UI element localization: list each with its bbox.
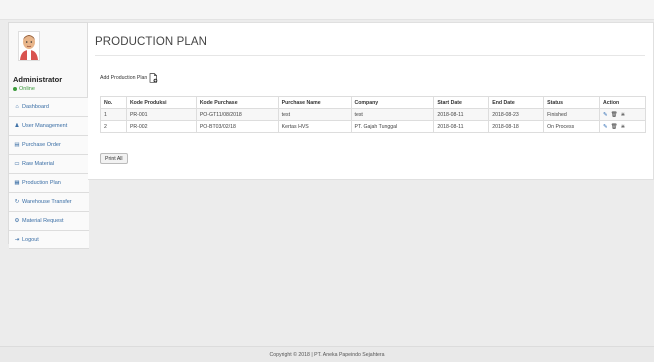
- table-cell: PO-BT03/02/18: [195, 120, 279, 133]
- column-header[interactable]: Kode Purchase: [195, 96, 279, 109]
- column-header[interactable]: End Date: [488, 96, 545, 109]
- table-cell: PO-GT11/08/2018: [195, 108, 279, 121]
- print-all-button[interactable]: Print All: [100, 153, 128, 164]
- column-header[interactable]: Purchase Name: [277, 96, 352, 109]
- logout-icon: ⇥: [14, 236, 20, 243]
- trash-icon[interactable]: 🗑: [611, 112, 618, 118]
- home-icon: ⌂: [15, 104, 19, 110]
- sidebar-item-label: Logout: [22, 236, 39, 243]
- table-cell: On Process: [543, 120, 601, 133]
- title-divider: [95, 55, 645, 56]
- table-cell: 2018-08-11: [433, 120, 490, 133]
- sidebar-item-production-plan[interactable]: ▦ Production Plan: [9, 173, 89, 192]
- add-production-plan-link[interactable]: Add Production Plan: [100, 73, 158, 83]
- sidebar-item-label: Production Plan: [22, 180, 61, 186]
- online-status: Online: [13, 86, 35, 92]
- action-cell: ✎ 🗑 ⋇: [599, 108, 646, 121]
- column-header[interactable]: Kode Produksi: [125, 96, 197, 109]
- column-header[interactable]: No.: [100, 96, 127, 109]
- sidebar-item-logout[interactable]: ⇥ Logout: [9, 230, 89, 249]
- sidebar: Administrator Online ⌂ Dashboard ♟ User …: [8, 22, 89, 249]
- sidebar-item-label: User Management: [22, 123, 68, 129]
- online-status-label: Online: [19, 86, 35, 92]
- table-row: 2 PR-002 PO-BT03/02/18 Kertas HVS PT. Ga…: [100, 120, 646, 133]
- edit-icon[interactable]: ✎: [603, 112, 608, 118]
- column-header[interactable]: Status: [543, 96, 601, 109]
- add-file-icon: [149, 73, 158, 83]
- table-cell: Kertas HVS: [277, 120, 352, 133]
- calendar-icon: ▦: [14, 180, 20, 186]
- online-dot-icon: [13, 87, 17, 91]
- sidebar-item-label: Warehouse Transfer: [22, 199, 72, 205]
- refresh-icon: ↻: [14, 199, 20, 205]
- column-header[interactable]: Company: [350, 96, 435, 109]
- trash-icon[interactable]: 🗑: [611, 124, 618, 130]
- user-icon: ♟: [14, 123, 20, 129]
- gear-icon: ⚙: [14, 218, 20, 224]
- table-header-row: No. Kode Produksi Kode Purchase Purchase…: [100, 96, 646, 109]
- page-title: PRODUCTION PLAN: [95, 36, 208, 48]
- row-actions: ✎ 🗑 ⋇: [603, 112, 642, 118]
- user-avatar-icon: [18, 31, 40, 61]
- footer-copyright: Copyright © 2018 | PT. Aneka Papeindo Se…: [269, 351, 385, 358]
- table-cell: test: [350, 108, 435, 121]
- footer: Copyright © 2018 | PT. Aneka Papeindo Se…: [0, 346, 654, 362]
- table-cell: 2018-08-18: [488, 120, 545, 133]
- more-icon[interactable]: ⋇: [621, 112, 626, 118]
- sidebar-nav: ⌂ Dashboard ♟ User Management ▤ Purchase…: [9, 97, 89, 249]
- edit-icon[interactable]: ✎: [603, 124, 608, 130]
- table-cell: 1: [100, 108, 127, 121]
- add-production-plan-label: Add Production Plan: [100, 75, 148, 81]
- table-cell: Finished: [543, 108, 601, 121]
- sidebar-item-dashboard[interactable]: ⌂ Dashboard: [9, 97, 89, 116]
- table-cell: 2018-08-11: [433, 108, 490, 121]
- column-header[interactable]: Start Date: [433, 96, 490, 109]
- table-cell: 2018-08-23: [488, 108, 545, 121]
- main-panel: PRODUCTION PLAN Add Production Plan No. …: [88, 22, 654, 180]
- sidebar-item-label: Material Request: [22, 218, 64, 224]
- sidebar-item-user-management[interactable]: ♟ User Management: [9, 116, 89, 135]
- box-icon: ▭: [14, 161, 20, 167]
- user-name: Administrator: [13, 75, 63, 84]
- sidebar-item-material-request[interactable]: ⚙ Material Request: [9, 211, 89, 230]
- table-cell: test: [277, 108, 352, 121]
- sidebar-item-warehouse-transfer[interactable]: ↻ Warehouse Transfer: [9, 192, 89, 211]
- sidebar-item-raw-material[interactable]: ▭ Raw Material: [9, 154, 89, 173]
- production-plan-table: No. Kode Produksi Kode Purchase Purchase…: [100, 96, 646, 133]
- sidebar-item-label: Purchase Order: [22, 142, 61, 148]
- action-cell: ✎ 🗑 ⋇: [599, 120, 646, 133]
- table-cell: PR-002: [125, 120, 197, 133]
- table-cell: PT. Gajah Tunggal: [350, 120, 435, 133]
- table-cell: PR-001: [125, 108, 197, 121]
- column-header: Action: [599, 96, 646, 109]
- table-row: 1 PR-001 PO-GT11/08/2018 test test 2018-…: [100, 108, 646, 121]
- row-actions: ✎ 🗑 ⋇: [603, 124, 642, 130]
- more-icon[interactable]: ⋇: [621, 124, 626, 130]
- sidebar-item-label: Raw Material: [22, 161, 55, 167]
- top-bar: [0, 0, 654, 20]
- table-cell: 2: [100, 120, 127, 133]
- sidebar-item-label: Dashboard: [22, 104, 49, 110]
- sidebar-item-purchase-order[interactable]: ▤ Purchase Order: [9, 135, 89, 154]
- cart-icon: ▤: [14, 142, 20, 148]
